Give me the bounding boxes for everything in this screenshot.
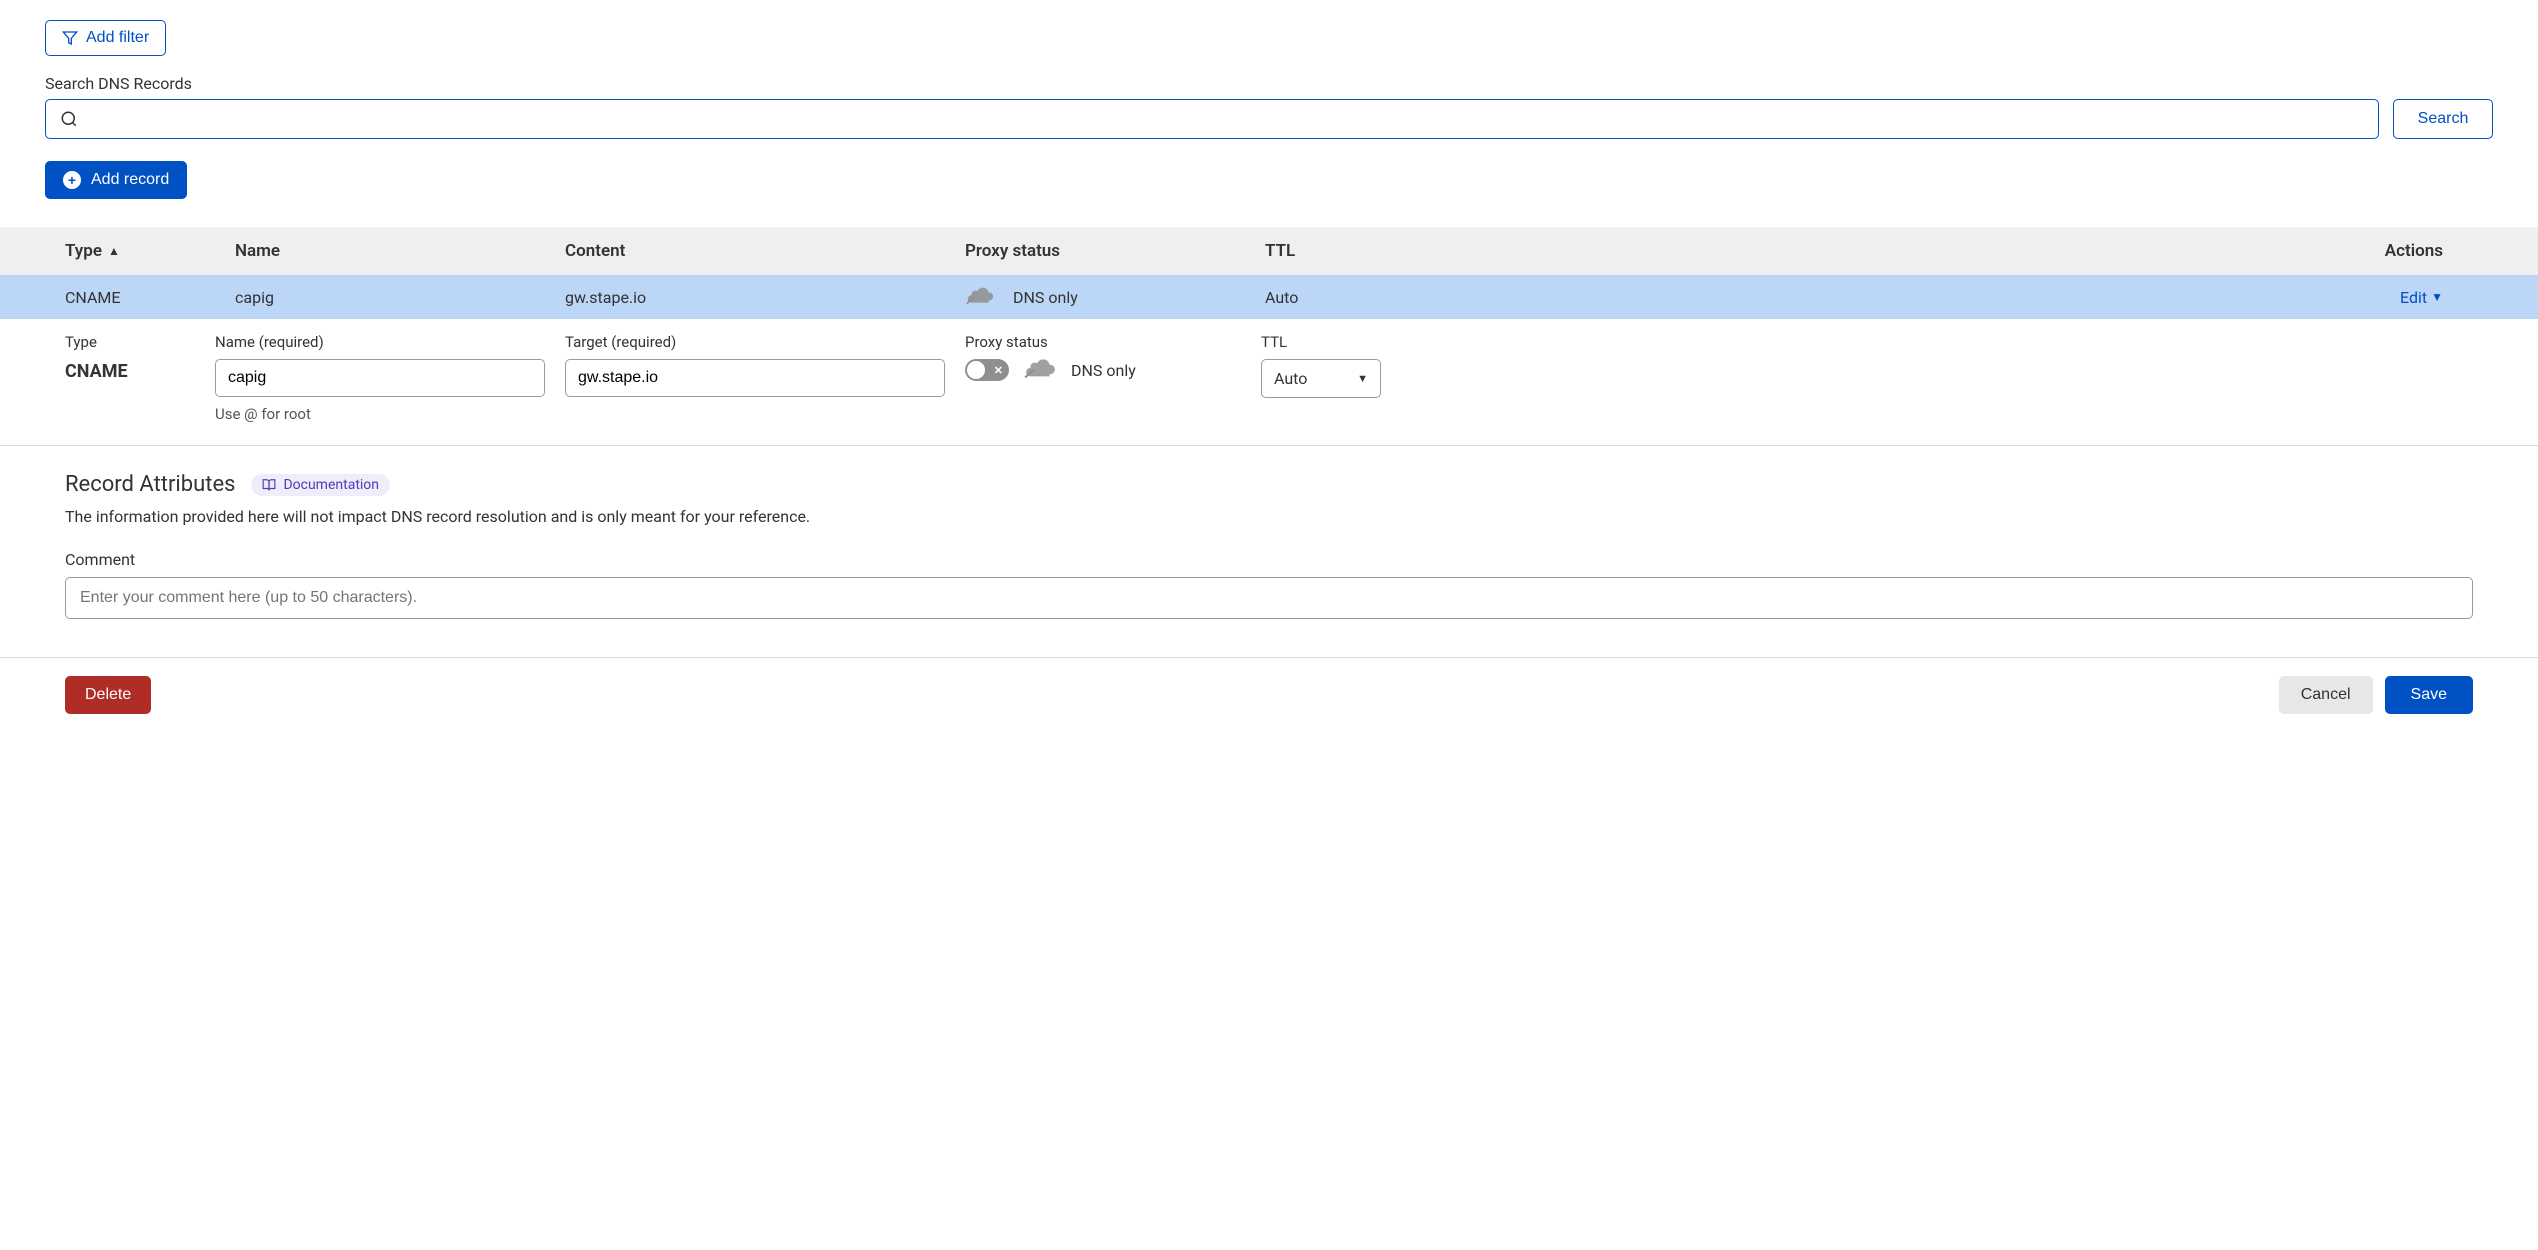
form-target-col: Target (required) [565,333,965,397]
th-type-label: Type [65,241,102,261]
add-filter-button[interactable]: Add filter [45,20,166,56]
cell-content: gw.stape.io [565,288,965,307]
form-proxy-label: Proxy status [965,333,1241,351]
edit-label: Edit [2400,288,2427,307]
search-input[interactable] [88,110,2364,128]
add-record-button[interactable]: + Add record [45,161,187,199]
cancel-button[interactable]: Cancel [2279,676,2373,714]
filter-icon [62,30,78,46]
th-type[interactable]: Type ▲ [65,241,235,261]
delete-button[interactable]: Delete [65,676,151,714]
plus-circle-icon: + [63,171,81,189]
toggle-off-icon: ✕ [994,364,1003,377]
caret-down-icon: ▼ [1357,372,1368,385]
target-input[interactable] [565,359,945,397]
caret-down-icon: ▼ [2431,290,2443,304]
th-content[interactable]: Content [565,241,965,261]
form-name-col: Name (required) Use @ for root [215,333,565,423]
name-help-text: Use @ for root [215,405,545,423]
dns-table: Type ▲ Name Content Proxy status TTL Act… [0,227,2538,714]
cloud-icon [1023,359,1057,381]
attributes-title: Record Attributes [65,472,235,497]
th-actions: Actions [1415,241,2473,261]
proxy-toggle[interactable]: ✕ [965,359,1009,381]
th-proxy[interactable]: Proxy status [965,241,1265,261]
ttl-value: Auto [1274,369,1307,388]
form-type-label: Type [65,333,195,351]
documentation-label: Documentation [283,477,379,493]
sort-asc-icon: ▲ [108,244,120,258]
edit-actions-bar: Delete Cancel Save [0,657,2538,714]
proxy-status-text: DNS only [1071,361,1136,380]
toggle-knob [967,361,985,379]
edit-form: Type CNAME Name (required) Use @ for roo… [0,319,2538,446]
form-target-label: Target (required) [565,333,945,351]
form-name-label: Name (required) [215,333,545,351]
table-header: Type ▲ Name Content Proxy status TTL Act… [0,227,2538,275]
ttl-select[interactable]: Auto ▼ [1261,359,1381,398]
add-filter-label: Add filter [86,29,149,47]
save-button[interactable]: Save [2385,676,2473,714]
form-ttl-col: TTL Auto ▼ [1261,333,1391,398]
cell-type: CNAME [65,288,235,307]
search-row: Search [45,99,2493,139]
comment-input[interactable] [65,577,2473,619]
documentation-link[interactable]: Documentation [251,474,390,496]
edit-toggle[interactable]: Edit ▼ [1415,288,2473,307]
search-icon [60,110,78,128]
table-row[interactable]: CNAME capig gw.stape.io DNS only Auto Ed… [0,275,2538,319]
cell-proxy: DNS only [965,287,1265,307]
add-record-label: Add record [91,171,169,189]
form-proxy-col: Proxy status ✕ DNS only [965,333,1261,381]
book-icon [262,478,276,492]
search-label: Search DNS Records [45,74,2493,93]
form-type-col: Type CNAME [65,333,215,382]
th-name[interactable]: Name [235,241,565,261]
form-ttl-label: TTL [1261,333,1371,351]
cell-ttl: Auto [1265,288,1415,307]
attributes-description: The information provided here will not i… [65,507,2473,526]
search-input-container [45,99,2379,139]
th-ttl[interactable]: TTL [1265,241,1415,261]
form-type-value: CNAME [65,361,195,382]
cell-name: capig [235,288,565,307]
name-input[interactable] [215,359,545,397]
cloud-icon [965,287,995,307]
record-attributes-section: Record Attributes Documentation The info… [0,446,2538,619]
search-button[interactable]: Search [2393,99,2493,139]
comment-label: Comment [65,550,2473,569]
cell-proxy-text: DNS only [1013,288,1078,307]
